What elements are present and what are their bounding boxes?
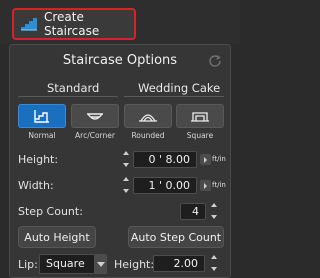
height-label: Height: — [18, 153, 59, 166]
lip-select[interactable]: Square — [39, 254, 95, 274]
auto-height-button[interactable]: Auto Height — [18, 226, 96, 248]
height-input[interactable]: 0 ' 8.00 — [133, 151, 197, 168]
staircase-icon — [20, 16, 38, 32]
panel-title: Staircase Options — [62, 53, 178, 68]
width-input[interactable]: 1 ' 0.00 — [133, 177, 197, 194]
normal-stairs-icon — [34, 110, 49, 123]
wedding-cake-group-label: Wedding Cake — [138, 81, 221, 95]
lip-label: Lip: — [18, 258, 38, 271]
standard-divider — [18, 96, 118, 97]
type-square-label: Square — [186, 131, 214, 140]
type-rounded-button[interactable] — [124, 104, 172, 128]
lip-dropdown-arrow[interactable] — [95, 254, 107, 274]
type-rounded-label: Rounded — [131, 131, 165, 140]
type-normal-label: Normal — [28, 131, 56, 140]
step-count-input[interactable]: 4 — [180, 203, 206, 220]
create-staircase-button[interactable]: Create Staircase — [12, 8, 136, 40]
width-stepper[interactable] — [120, 177, 132, 193]
type-normal-button[interactable] — [18, 104, 66, 128]
top-toolbar: Create Staircase — [0, 0, 240, 44]
lip-height-label: Height: — [114, 258, 155, 271]
auto-step-count-button[interactable]: Auto Step Count — [128, 226, 224, 248]
width-unit-toggle[interactable] — [200, 180, 211, 191]
lip-height-stepper[interactable] — [208, 255, 220, 271]
height-unit-label: ft/in — [212, 155, 226, 163]
height-unit-toggle[interactable] — [200, 154, 211, 165]
arc-corner-icon — [87, 113, 103, 120]
lip-height-input[interactable]: 2.00 — [153, 255, 205, 272]
create-staircase-label: Create Staircase — [44, 10, 100, 38]
type-arc-corner-button[interactable] — [71, 104, 119, 128]
height-stepper[interactable] — [120, 151, 132, 167]
width-label: Width: — [18, 179, 54, 192]
width-unit-label: ft/in — [212, 181, 226, 189]
step-count-label: Step Count: — [18, 205, 83, 218]
rounded-icon — [139, 114, 157, 122]
wedding-cake-divider — [124, 96, 224, 97]
standard-group-label: Standard — [47, 81, 100, 95]
step-count-stepper[interactable] — [208, 203, 220, 219]
staircase-options-panel: Staircase Options Standard Wedding Cake … — [9, 44, 231, 278]
type-square-button[interactable] — [176, 104, 224, 128]
type-arc-corner-label: Arc/Corner — [75, 131, 115, 140]
reset-icon[interactable] — [208, 53, 222, 67]
square-stairs-icon — [191, 112, 209, 122]
